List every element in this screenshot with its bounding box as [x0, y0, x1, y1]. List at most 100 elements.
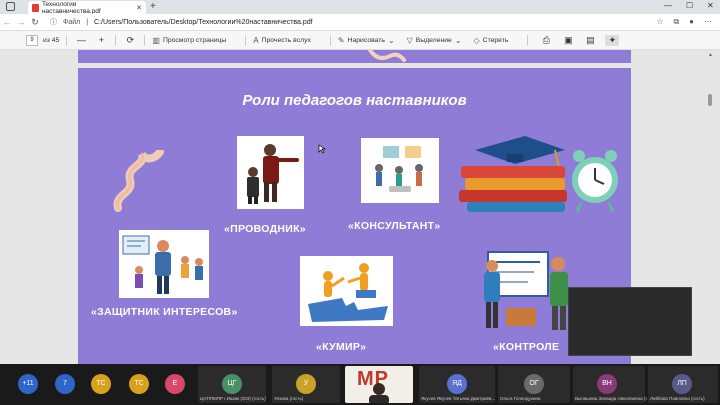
draw-button[interactable]: ✎ Нарисовать ⌄	[338, 36, 395, 45]
role-kontroler: «КОНТРОЛЕ	[493, 341, 560, 353]
mouse-cursor-icon	[318, 144, 326, 154]
page-view-icon: ▥	[152, 35, 160, 45]
participant-avatar[interactable]: ТС	[91, 374, 111, 394]
draw-icon: ✎	[337, 35, 345, 45]
role-kumir: «КУМИР»	[316, 341, 367, 353]
browser-tab[interactable]: Технологии наставничества.pdf ✕	[28, 0, 146, 15]
maximize-icon[interactable]: ☐	[686, 1, 693, 10]
chevron-down-icon: ⌄	[387, 35, 395, 45]
print-icon[interactable]: ⎙	[539, 35, 553, 46]
participant-tile[interactable]: ВН Выпашева Зинаида Николаевна (г...	[573, 366, 650, 403]
role-zashchitnik: «ЗАЩИТНИК ИНТЕРЕСОВ»	[91, 306, 238, 318]
role-konsultant: «КОНСУЛЬТАНТ»	[348, 220, 441, 232]
erase-button[interactable]: ◇ Стереть	[474, 36, 509, 45]
participant-tile[interactable]: ОГ Ольга Голендухина	[498, 366, 570, 403]
person-silhouette	[369, 383, 389, 403]
rotate-icon[interactable]: ⟳	[123, 35, 137, 46]
toolbar-divider	[245, 34, 247, 46]
swirl-shape	[368, 48, 406, 62]
participant-tile[interactable]: ЯД Якусев Якусев Татьяна Дмитриев...	[419, 366, 495, 403]
pdf-icon	[32, 3, 39, 12]
participant-avatar: У	[296, 374, 316, 394]
read-aloud-button[interactable]: A Прочесть вслух	[253, 36, 311, 45]
refresh-icon[interactable]: ↻	[28, 17, 42, 28]
consultant-figures-icon	[375, 146, 423, 192]
address-separator: |	[86, 18, 89, 26]
participant-tile[interactable]: ЦГ ЦНППМПР г.Ишим (203) (гость)	[198, 366, 266, 403]
browser-toolbar-icons: ☆ ⧉ ● ⋯	[656, 17, 712, 27]
minimize-icon[interactable]: —	[664, 1, 672, 10]
new-tab-button[interactable]: +	[150, 1, 156, 12]
draw-label: Нарисовать	[347, 36, 385, 44]
toolbar-divider	[527, 34, 529, 46]
read-aloud-label: Прочесть вслух	[261, 36, 311, 44]
tab-title: Технологии наставничества.pdf	[41, 0, 101, 15]
tab-actions-icon[interactable]	[6, 2, 15, 11]
save-as-icon[interactable]: ▤	[583, 35, 597, 46]
participant-avatar: ЯД	[447, 374, 467, 394]
erase-icon: ◇	[473, 35, 480, 45]
zoom-out-button[interactable]: —	[74, 35, 88, 45]
participant-tile[interactable]: ЛП Лейбова Павловна (гость)	[648, 366, 718, 403]
page-number-input[interactable]: 9	[26, 34, 38, 46]
participant-name: Лейбова Павловна (гость)	[650, 396, 705, 401]
save-icon[interactable]: ▣	[561, 35, 575, 46]
pin-icon[interactable]: ✦	[605, 34, 620, 46]
consultant-illustration	[361, 138, 439, 203]
back-icon[interactable]: ←	[0, 17, 14, 27]
collections-icon[interactable]: ⧉	[673, 17, 679, 27]
page-view-label: Просмотр страницы	[162, 36, 227, 44]
slide-title: Роли педагогов наставников	[242, 92, 467, 109]
participants-strip: +11 7 ТС ТС Е ЦГ ЦНППМПР г.Ишим (203) (г…	[0, 364, 720, 405]
controller-board-icon	[484, 251, 568, 330]
participant-avatar[interactable]: Е	[165, 374, 185, 394]
favorite-icon[interactable]: ☆	[656, 17, 663, 27]
camera-tile[interactable]: МР	[345, 366, 413, 403]
toolbar-divider	[144, 34, 146, 46]
pdf-toolbar: 9 из 45 — + ⟳ ▥ Просмотр страницы A Проч…	[0, 31, 720, 50]
participant-name: Уязова (гость)	[274, 396, 304, 401]
profile-icon[interactable]: ●	[689, 17, 694, 27]
advocate-illustration	[119, 230, 209, 298]
address-bar[interactable]: ⓘ Файл | C:/Users/Пользователь/Desktop/Т…	[50, 17, 313, 27]
highlight-label: Выделение	[415, 36, 452, 44]
toolbar-divider	[329, 34, 331, 46]
participant-avatar[interactable]: ТС	[129, 374, 149, 394]
guide-illustration	[237, 136, 304, 209]
participant-avatar: ЛП	[672, 374, 692, 394]
participants-overflow[interactable]: +11	[18, 374, 38, 394]
advocate-figures-icon	[122, 235, 203, 294]
erase-label: Стереть	[482, 36, 509, 44]
participant-avatar[interactable]: 7	[55, 374, 75, 394]
highlight-icon: ▽	[406, 35, 413, 45]
books-cap-clock-illustration	[459, 136, 618, 213]
close-window-icon[interactable]: ✕	[707, 1, 714, 10]
controller-illustration	[480, 250, 575, 332]
chevron-down-icon: ⌄	[454, 35, 462, 45]
browser-tab-bar: Технологии наставничества.pdf ✕ + — ☐ ✕	[0, 0, 720, 15]
zoom-in-button[interactable]: +	[94, 35, 108, 45]
role-provodnik: «ПРОВОДНИК»	[224, 223, 306, 235]
toolbar-divider	[115, 34, 117, 46]
page-total: из 45	[43, 36, 60, 44]
address-url: C:/Users/Пользователь/Desktop/Технологии…	[94, 18, 313, 26]
slide: Роли педагогов наставников «ПРОВОДНИК» «…	[78, 68, 631, 364]
more-icon[interactable]: ⋯	[704, 17, 712, 27]
participant-tile[interactable]: У Уязова (гость)	[272, 366, 340, 403]
idol-puzzle-icon	[308, 263, 388, 322]
page-view-button[interactable]: ▥ Просмотр страницы	[152, 36, 226, 45]
participant-name: Выпашева Зинаида Николаевна (г...	[575, 396, 651, 401]
video-overlay[interactable]	[568, 287, 692, 356]
scroll-up-icon[interactable]: ▲	[708, 52, 713, 58]
highlight-button[interactable]: ▽ Выделение ⌄	[407, 36, 462, 45]
close-tab-icon[interactable]: ✕	[136, 4, 142, 12]
participant-name: Ольга Голендухина	[500, 396, 541, 401]
guide-figures-icon	[247, 144, 299, 204]
address-file-label: Файл	[63, 18, 81, 26]
participant-name: Якусев Якусев Татьяна Дмитриев...	[421, 396, 496, 401]
forward-icon[interactable]: →	[14, 17, 28, 27]
scrollbar-thumb[interactable]	[708, 94, 712, 106]
previous-slide-edge	[78, 48, 631, 63]
participant-avatar: ЦГ	[222, 374, 242, 394]
address-row: ← → ↻ ⓘ Файл | C:/Users/Пользователь/Des…	[0, 14, 720, 31]
